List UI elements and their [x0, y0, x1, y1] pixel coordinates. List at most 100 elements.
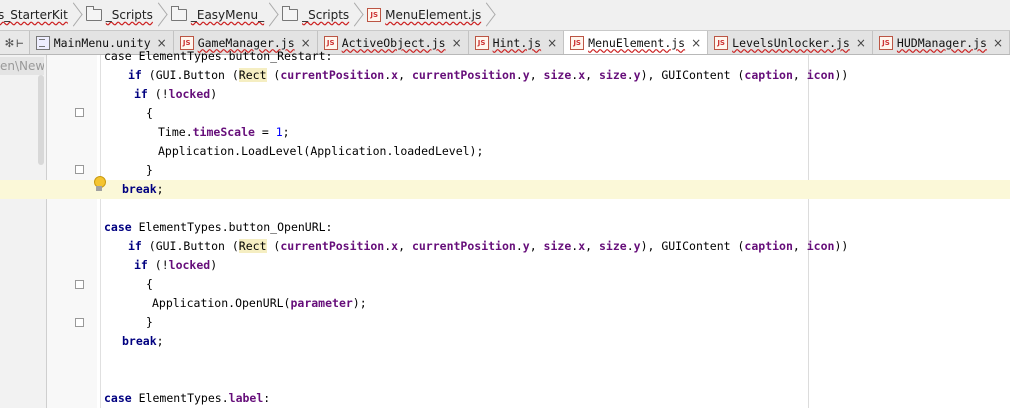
breadcrumb-item[interactable]: JS MenuElement.js — [363, 0, 483, 30]
code-token: (! — [154, 87, 169, 101]
breadcrumb: s_StarterKit _Scripts _EasyMenu_ _Scripts JS… — [0, 0, 1010, 31]
code-token: case — [104, 391, 139, 405]
code-token: } — [146, 163, 153, 177]
js-file-icon: JS — [367, 8, 382, 22]
code-line[interactable]: case ElementTypes.label: — [0, 389, 1010, 408]
code-token: } — [146, 315, 153, 329]
code-line[interactable]: } — [0, 161, 1010, 180]
code-token: locked — [168, 87, 211, 101]
code-token: Application.OpenURL( — [152, 296, 291, 310]
breadcrumb-separator — [485, 0, 495, 30]
code-line[interactable] — [0, 199, 1010, 218]
code-line[interactable]: if (GUI.Button (Rect (currentPosition.x,… — [0, 237, 1010, 256]
code-token: Rect — [238, 68, 267, 82]
code-token: , — [792, 239, 807, 253]
code-line[interactable] — [0, 351, 1010, 370]
code-token: y — [522, 68, 530, 82]
breadcrumb-item[interactable]: _Scripts — [82, 0, 155, 30]
code-token: currentPosition — [280, 68, 385, 82]
code-line[interactable]: if (!locked) — [0, 256, 1010, 275]
code-token: ; — [156, 182, 164, 196]
breadcrumb-separator — [268, 0, 278, 30]
code-line[interactable]: } — [0, 313, 1010, 332]
breadcrumb-label: _EasyMenu_ — [190, 8, 265, 22]
code-line[interactable]: break; — [0, 332, 1010, 351]
code-token: , — [529, 239, 544, 253]
fold-marker[interactable] — [75, 318, 84, 327]
fold-marker[interactable] — [75, 165, 84, 174]
code-editor[interactable]: case ElementTypes.button_Restart:if (GUI… — [0, 49, 1010, 408]
code-token: break — [122, 334, 157, 348]
code-token: size — [598, 239, 627, 253]
folder-icon — [85, 6, 102, 21]
code-token: , — [398, 239, 412, 253]
code-token: , — [792, 68, 807, 82]
breadcrumb-item[interactable]: _EasyMenu_ — [167, 0, 266, 30]
code-token: ElementTypes.button_OpenURL: — [138, 220, 333, 234]
code-line[interactable]: Application.OpenURL(parameter); — [0, 294, 1010, 313]
code-line[interactable]: break; — [0, 180, 1010, 199]
breadcrumb-label: s_StarterKit — [0, 8, 68, 22]
code-token: (! — [154, 258, 169, 272]
code-token: , — [585, 239, 599, 253]
breadcrumb-label: MenuElement.js — [385, 8, 482, 22]
code-token: Time. — [158, 125, 193, 139]
code-line[interactable] — [0, 370, 1010, 389]
code-token: ; — [282, 125, 290, 139]
breadcrumb-label: _Scripts — [105, 8, 153, 22]
code-line[interactable]: if (GUI.Button (Rect (currentPosition.x,… — [0, 66, 1010, 85]
code-token: size — [598, 68, 627, 82]
code-token: , — [585, 68, 599, 82]
code-token: ElementTypes. — [138, 391, 229, 405]
breadcrumb-label: _Scripts — [302, 8, 350, 22]
code-line[interactable]: case ElementTypes.button_OpenURL: — [0, 218, 1010, 237]
code-token: Rect — [238, 239, 267, 253]
code-token: y — [633, 239, 641, 253]
code-token: { — [146, 277, 153, 291]
code-token: case ElementTypes.button_Restart: — [104, 49, 333, 63]
code-token: currentPosition — [411, 68, 516, 82]
code-token: : — [263, 391, 271, 405]
code-token: (GUI.Button ( — [148, 68, 239, 82]
code-line[interactable]: { — [0, 275, 1010, 294]
code-token: , — [529, 68, 544, 82]
breadcrumb-item[interactable]: _Scripts — [278, 0, 351, 30]
code-token: ( — [266, 239, 281, 253]
code-token: if — [134, 87, 155, 101]
code-token: (GUI.Button ( — [148, 239, 239, 253]
fold-marker[interactable] — [75, 280, 84, 289]
code-token: y — [633, 68, 641, 82]
code-line[interactable]: Application.LoadLevel(Application.loaded… — [0, 142, 1010, 161]
code-token: . — [515, 239, 523, 253]
code-token: { — [146, 106, 153, 120]
code-token: ; — [156, 334, 164, 348]
folder-icon — [170, 6, 187, 21]
code-token: size — [543, 239, 572, 253]
code-token: , — [398, 68, 412, 82]
code-token: ( — [266, 68, 281, 82]
code-token: break — [122, 182, 157, 196]
code-token: ), GUIContent ( — [640, 239, 745, 253]
code-token: timeScale — [192, 125, 255, 139]
code-token: = — [254, 125, 276, 139]
breadcrumb-separator — [353, 0, 363, 30]
code-token: 1 — [275, 125, 283, 139]
code-line[interactable]: { — [0, 104, 1010, 123]
code-line[interactable]: Time.timeScale = 1; — [0, 123, 1010, 142]
code-token: label — [228, 391, 264, 405]
code-token: . — [515, 68, 523, 82]
code-token: . — [626, 239, 634, 253]
breadcrumb-item[interactable]: s_StarterKit — [0, 0, 70, 30]
code-token: ) — [210, 258, 218, 272]
code-token: if — [134, 258, 155, 272]
fold-marker[interactable] — [75, 108, 84, 117]
code-line[interactable]: if (!locked) — [0, 85, 1010, 104]
code-token: icon — [806, 239, 835, 253]
code-token: case — [104, 220, 139, 234]
code-token: parameter — [290, 296, 353, 310]
lightbulb-icon[interactable] — [92, 176, 106, 194]
code-line[interactable]: case ElementTypes.button_Restart: — [0, 47, 1010, 66]
code-token: currentPosition — [280, 239, 385, 253]
breadcrumb-separator — [157, 0, 167, 30]
code-token: if — [128, 239, 149, 253]
